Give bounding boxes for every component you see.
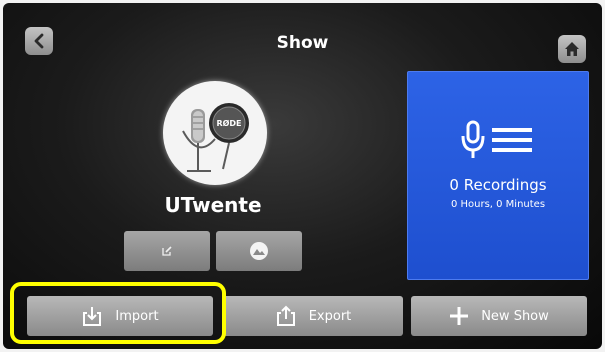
export-label: Export [308, 308, 352, 324]
home-button[interactable] [558, 35, 586, 63]
page-title: Show [276, 33, 329, 53]
show-name: UTwente [164, 193, 262, 217]
export-button[interactable]: Export [223, 296, 403, 336]
edit-icon [162, 246, 172, 256]
plus-icon [450, 307, 469, 325]
recordings-duration: 0 Hours, 0 Minutes [450, 199, 546, 210]
new-show-label: New Show [481, 308, 549, 324]
rode-logo: RØDE [216, 118, 241, 128]
microphone-list-icon [461, 120, 532, 158]
new-show-button[interactable]: New Show [411, 296, 587, 336]
edit-show-button[interactable] [124, 231, 210, 271]
recordings-count: 0 Recordings [449, 176, 547, 194]
import-highlight-box [10, 282, 226, 344]
microphone-image: RØDE [182, 103, 249, 172]
change-image-button[interactable] [216, 231, 302, 271]
image-icon [250, 242, 268, 260]
export-icon [276, 305, 295, 326]
home-icon [565, 42, 579, 56]
show-avatar: RØDE [163, 81, 267, 185]
recordings-panel[interactable]: 0 Recordings 0 Hours, 0 Minutes [407, 71, 589, 280]
